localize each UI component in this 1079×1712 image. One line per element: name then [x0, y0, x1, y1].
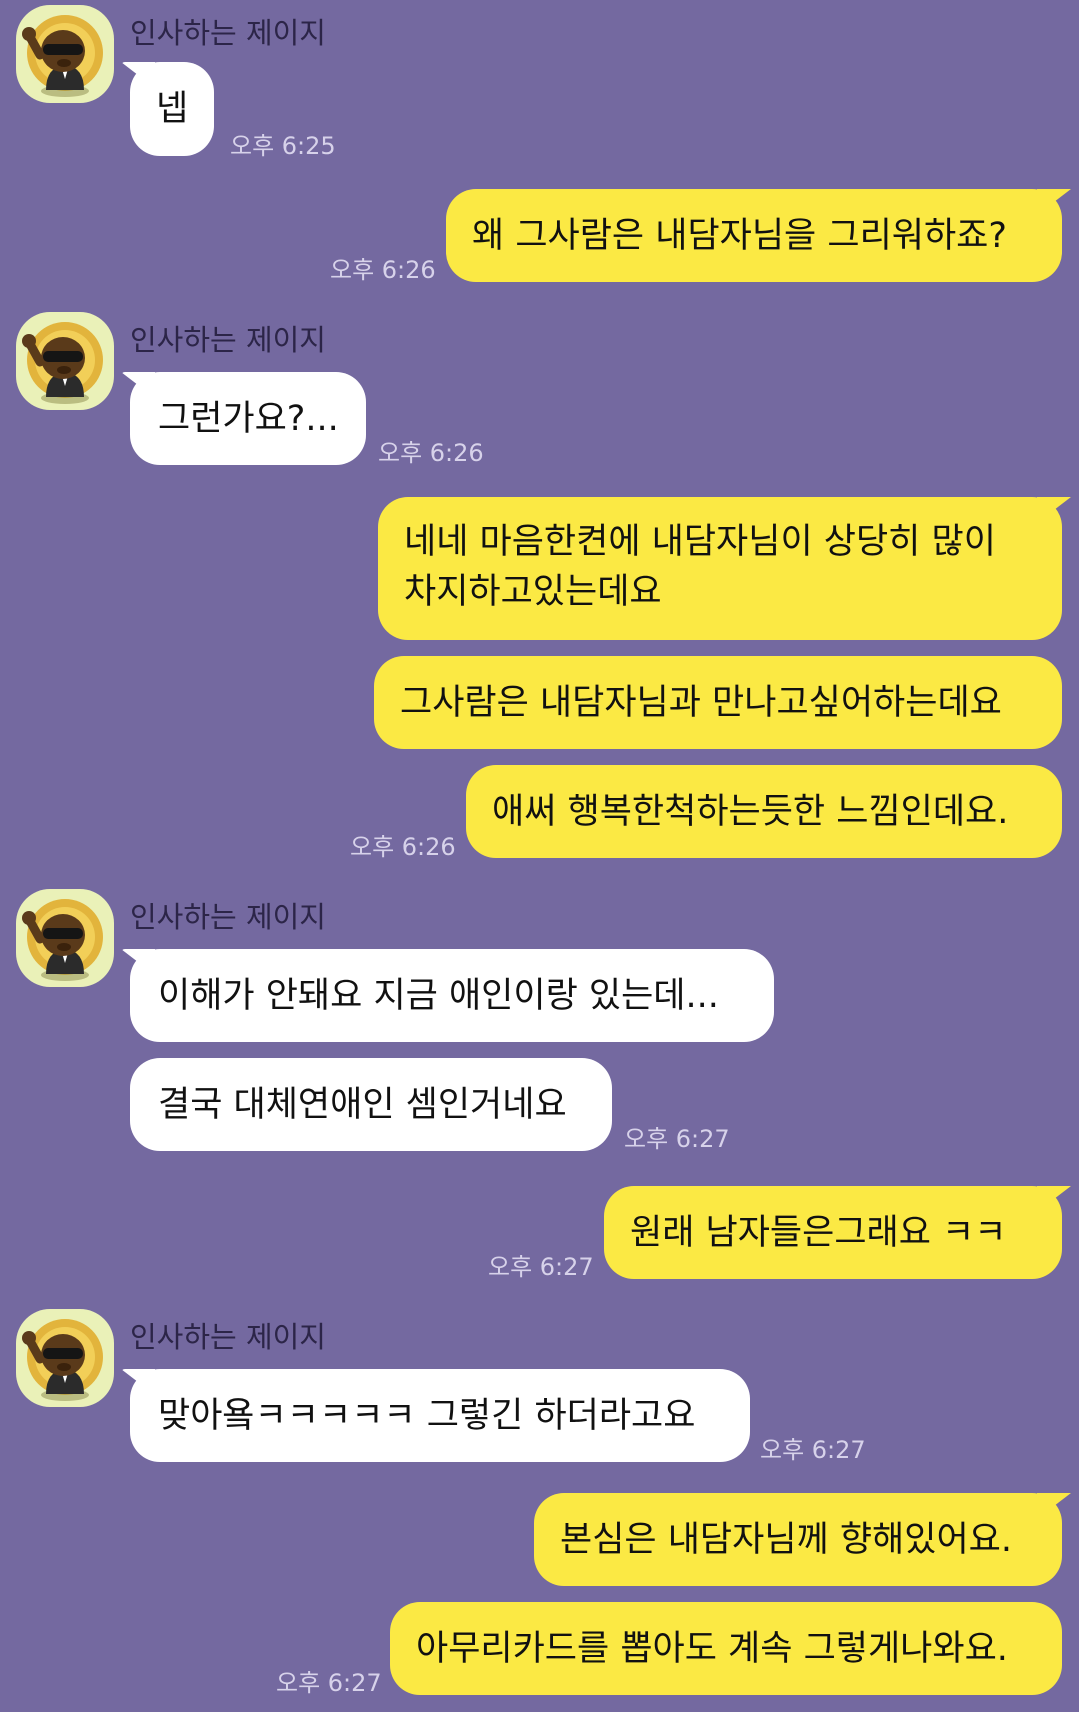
message-text: 아무리카드를 뽑아도 계속 그렇게나와요.	[416, 1628, 1008, 1669]
message-text: 본심은 내담자님께 향해있어요.	[560, 1519, 1012, 1560]
message-bubble[interactable]: 이해가 안돼요 지금 애인이랑 있는데...	[130, 949, 774, 1042]
sender-name: 인사하는 제이지	[130, 1320, 326, 1354]
sender-name: 인사하는 제이지	[130, 900, 326, 934]
message-time: 오후 6:27	[624, 1125, 730, 1153]
message-text: 그런가요?...	[158, 398, 339, 439]
message-text: 원래 남자들은그래요 ㅋㅋ	[630, 1212, 1007, 1253]
message-bubble[interactable]: 애써 행복한척하는듯한 느낌인데요.	[466, 765, 1062, 858]
message-bubble[interactable]: 맞아욬ㅋㅋㅋㅋㅋ 그렇긴 하더라고요	[130, 1369, 750, 1462]
message-time: 오후 6:27	[760, 1436, 866, 1464]
message-time: 오후 6:26	[330, 256, 436, 284]
message-bubble[interactable]: 왜 그사람은 내담자님을 그리워하죠?	[446, 189, 1062, 282]
avatar[interactable]	[16, 5, 114, 103]
message-time: 오후 6:27	[488, 1253, 594, 1281]
message-bubble[interactable]: 원래 남자들은그래요 ㅋㅋ	[604, 1186, 1062, 1279]
message-text: 왜 그사람은 내담자님을 그리워하죠?	[472, 215, 1007, 256]
message-time: 오후 6:25	[230, 132, 336, 160]
message-bubble[interactable]: 아무리카드를 뽑아도 계속 그렇게나와요.	[390, 1602, 1062, 1695]
sender-name: 인사하는 제이지	[130, 16, 326, 50]
message-time: 오후 6:26	[350, 833, 456, 861]
message-text: 네네 마음한켠에 내담자님이 상당히 많이 차지하고있는데요	[404, 522, 996, 612]
message-text: 그사람은 내담자님과 만나고싶어하는데요	[400, 682, 1002, 723]
avatar[interactable]	[16, 889, 114, 987]
message-text: 애써 행복한척하는듯한 느낌인데요.	[492, 791, 1009, 832]
avatar[interactable]	[16, 1309, 114, 1407]
message-text: 이해가 안돼요 지금 애인이랑 있는데...	[158, 975, 719, 1016]
message-bubble[interactable]: 본심은 내담자님께 향해있어요.	[534, 1493, 1062, 1586]
sender-name: 인사하는 제이지	[130, 323, 326, 357]
character-avatar-icon	[16, 5, 114, 103]
message-bubble[interactable]: 그런가요?...	[130, 372, 366, 465]
message-bubble[interactable]: 네네 마음한켠에 내담자님이 상당히 많이 차지하고있는데요	[378, 497, 1062, 640]
message-bubble[interactable]: 결국 대체연애인 셈인거네요	[130, 1058, 612, 1151]
message-time: 오후 6:27	[276, 1669, 382, 1697]
character-avatar-icon	[16, 1309, 114, 1407]
message-time: 오후 6:26	[378, 439, 484, 467]
message-text: 결국 대체연애인 셈인거네요	[158, 1084, 567, 1125]
message-bubble[interactable]: 넵	[130, 62, 215, 156]
character-avatar-icon	[16, 889, 114, 987]
message-text: 넵	[156, 89, 189, 129]
message-text: 맞아욬ㅋㅋㅋㅋㅋ 그렇긴 하더라고요	[158, 1395, 696, 1436]
message-bubble[interactable]: 그사람은 내담자님과 만나고싶어하는데요	[374, 656, 1062, 749]
character-avatar-icon	[16, 312, 114, 410]
avatar[interactable]	[16, 312, 114, 410]
